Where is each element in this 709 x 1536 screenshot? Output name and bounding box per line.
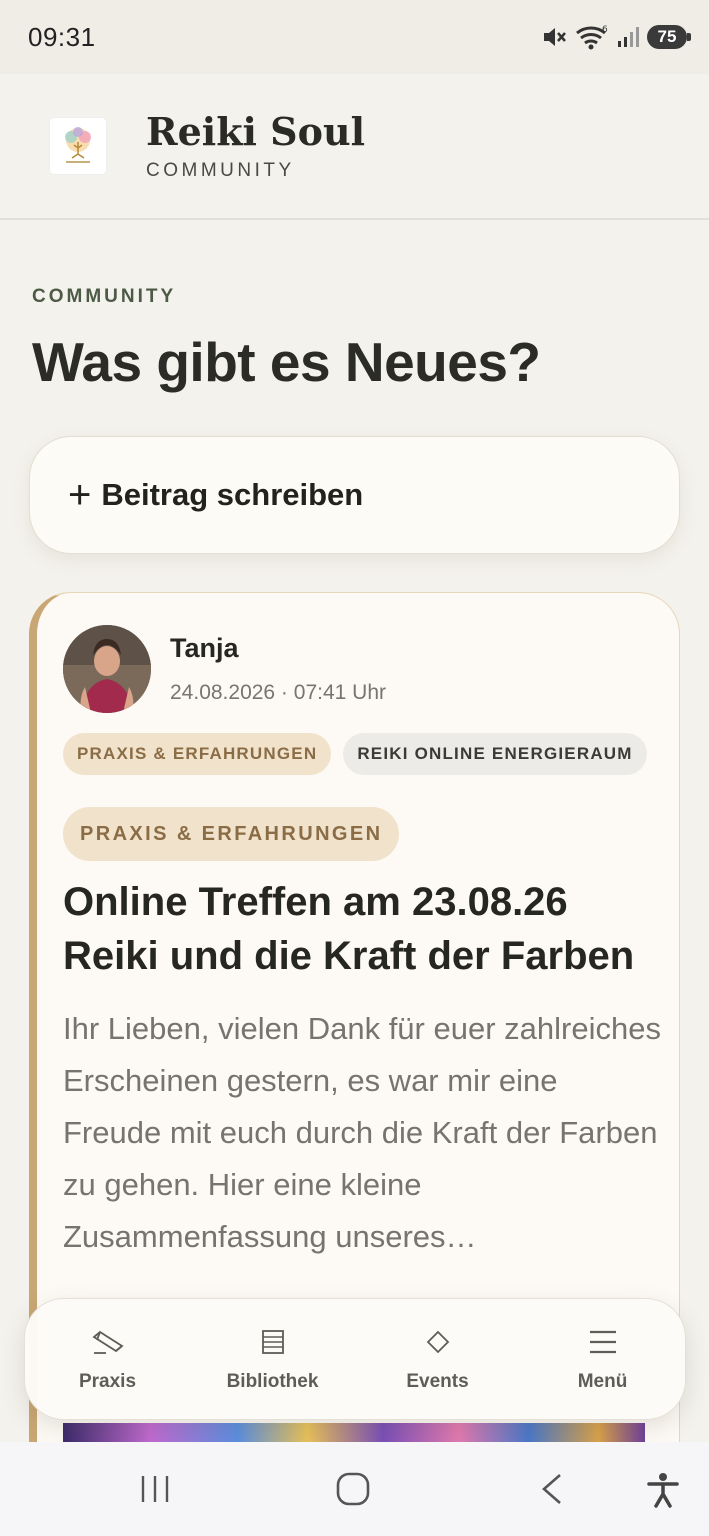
diamond-icon [426, 1330, 449, 1354]
app-header: Reiki Soul COMMUNITY [0, 74, 709, 220]
post-tags: PRAXIS & ERFAHRUNGEN REIKI ONLINE ENERGI… [63, 733, 647, 775]
tree-of-life-icon [65, 127, 91, 163]
wifi-icon: 6 [576, 25, 608, 50]
nav-menu-label: Menü [577, 1371, 628, 1392]
nav-bibliothek-label: Bibliothek [226, 1371, 319, 1392]
post-title[interactable]: Online Treffen am 23.08.26 Reiki und die… [63, 875, 663, 983]
home-icon[interactable] [336, 1472, 370, 1506]
page-title: Was gibt es Neues? [32, 331, 541, 393]
post-date: 24.08.2026 · 07:41 Uhr [170, 681, 386, 704]
section-eyebrow: COMMUNITY [32, 286, 177, 307]
accessibility-icon[interactable] [646, 1472, 680, 1508]
nav-praxis[interactable]: Praxis [33, 1325, 183, 1393]
nav-events-label: Events [406, 1371, 469, 1392]
category-badge[interactable]: PRAXIS & ERFAHRUNGEN [63, 807, 400, 861]
status-icons: 6 75 [541, 24, 691, 50]
status-time: 09:31 [28, 21, 96, 52]
nav-praxis-label: Praxis [78, 1371, 137, 1392]
tag-energieraum[interactable]: REIKI ONLINE ENERGIERAUM [343, 733, 647, 775]
plus-icon: + [68, 473, 92, 517]
battery-indicator: 75 [647, 25, 691, 49]
signal-icon [618, 27, 639, 47]
status-bar: 09:31 6 75 [0, 0, 709, 74]
bottom-nav: Praxis Bibliothek Events Menü [24, 1298, 686, 1420]
write-post-label: Beitrag schreiben [101, 477, 364, 512]
nav-bibliothek[interactable]: Bibliothek [198, 1325, 348, 1393]
book-icon [261, 1330, 284, 1354]
app-subtitle: COMMUNITY [146, 160, 295, 181]
post-excerpt: Ihr Lieben, vielen Dank für euer zahlrei… [63, 1011, 661, 1254]
tag-praxis[interactable]: PRAXIS & ERFAHRUNGEN [63, 733, 332, 775]
post-author[interactable]: Tanja [170, 633, 239, 664]
write-post-button[interactable]: + Beitrag schreiben [29, 436, 680, 554]
back-icon[interactable] [538, 1472, 568, 1506]
battery-level: 75 [657, 27, 677, 46]
logo[interactable] [50, 118, 106, 174]
nav-menu[interactable]: Menü [528, 1325, 678, 1393]
app-title: Reiki Soul [146, 109, 366, 154]
nav-events[interactable]: Events [363, 1325, 513, 1393]
svg-text:6: 6 [602, 25, 608, 35]
system-nav-bar [0, 1442, 709, 1536]
author-photo [63, 625, 151, 713]
brand: Reiki Soul COMMUNITY [146, 110, 365, 182]
pencil-icon [91, 1330, 124, 1354]
menu-icon [589, 1330, 616, 1354]
recent-apps-icon[interactable] [138, 1472, 172, 1506]
mute-icon [544, 28, 566, 46]
avatar[interactable] [63, 625, 151, 713]
